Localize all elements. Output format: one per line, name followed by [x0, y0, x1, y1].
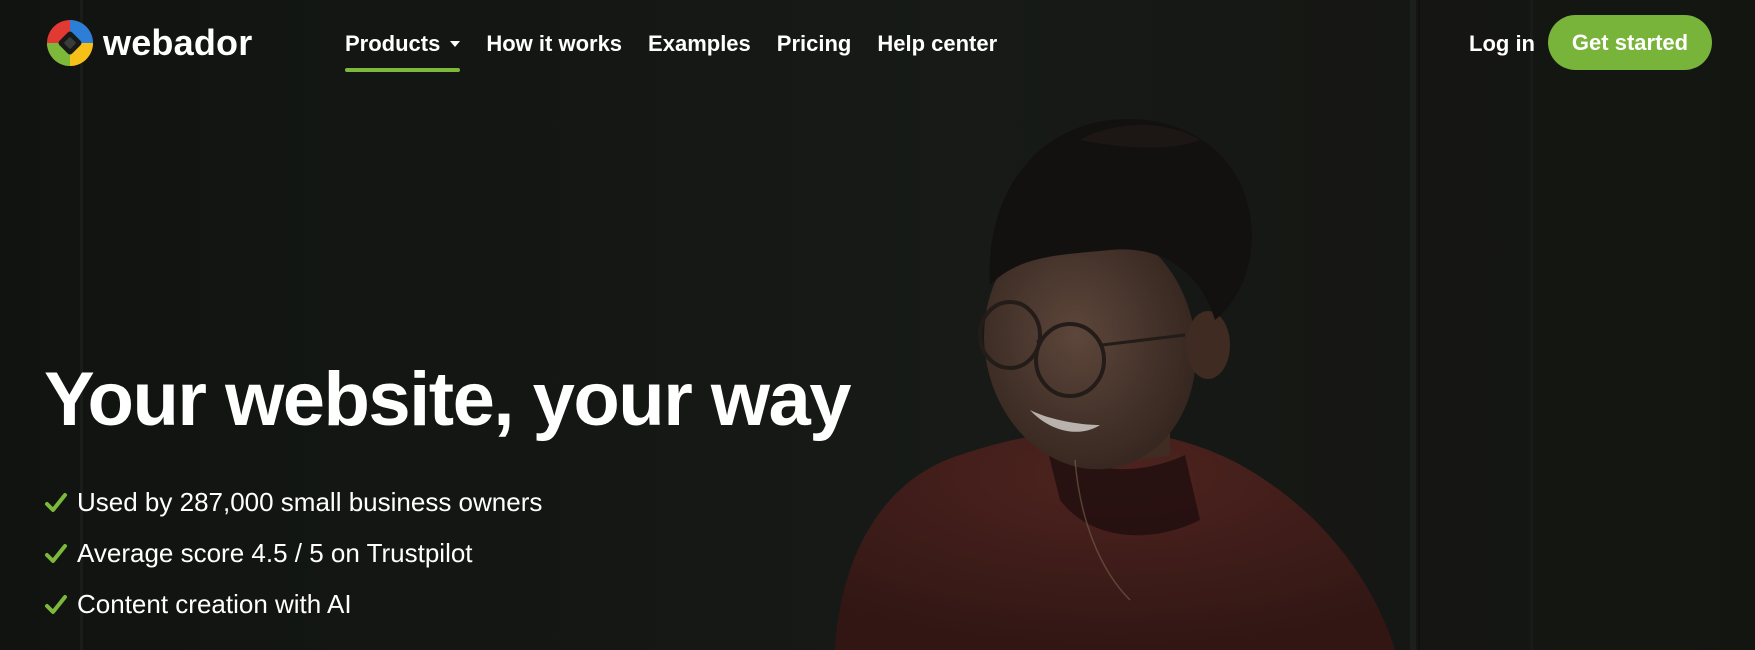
- hero-section: webador Products How it works Examples P…: [0, 0, 1755, 650]
- get-started-button[interactable]: Get started: [1548, 15, 1712, 70]
- feature-list: Used by 287,000 small business owners Av…: [44, 477, 542, 630]
- feature-item: Content creation with AI: [44, 579, 542, 630]
- webador-logo-icon: [47, 20, 93, 66]
- check-icon: [45, 594, 67, 614]
- feature-item: Average score 4.5 / 5 on Trustpilot: [44, 528, 542, 579]
- check-icon: [45, 492, 67, 512]
- nav-item-products-label: Products: [345, 31, 441, 56]
- feature-item: Used by 287,000 small business owners: [44, 477, 542, 528]
- feature-text: Used by 287,000 small business owners: [77, 487, 543, 517]
- brand-name: webador: [103, 22, 253, 63]
- feature-text: Average score 4.5 / 5 on Trustpilot: [77, 538, 473, 568]
- login-link[interactable]: Log in: [1469, 24, 1535, 64]
- check-icon: [45, 543, 67, 563]
- main-menu: Products How it works Examples Pricing H…: [345, 24, 1023, 72]
- hero-title: Your website, your way: [44, 357, 852, 442]
- nav-item-pricing[interactable]: Pricing: [777, 24, 852, 64]
- feature-text: Content creation with AI: [77, 589, 352, 619]
- nav-item-how-it-works[interactable]: How it works: [486, 24, 622, 64]
- top-navigation: webador Products How it works Examples P…: [0, 0, 1755, 86]
- brand-logo-link[interactable]: webador: [46, 19, 252, 67]
- nav-item-help-center[interactable]: Help center: [877, 24, 997, 64]
- nav-item-products[interactable]: Products: [345, 24, 461, 72]
- chevron-down-icon: [450, 41, 461, 47]
- nav-item-examples[interactable]: Examples: [648, 24, 751, 64]
